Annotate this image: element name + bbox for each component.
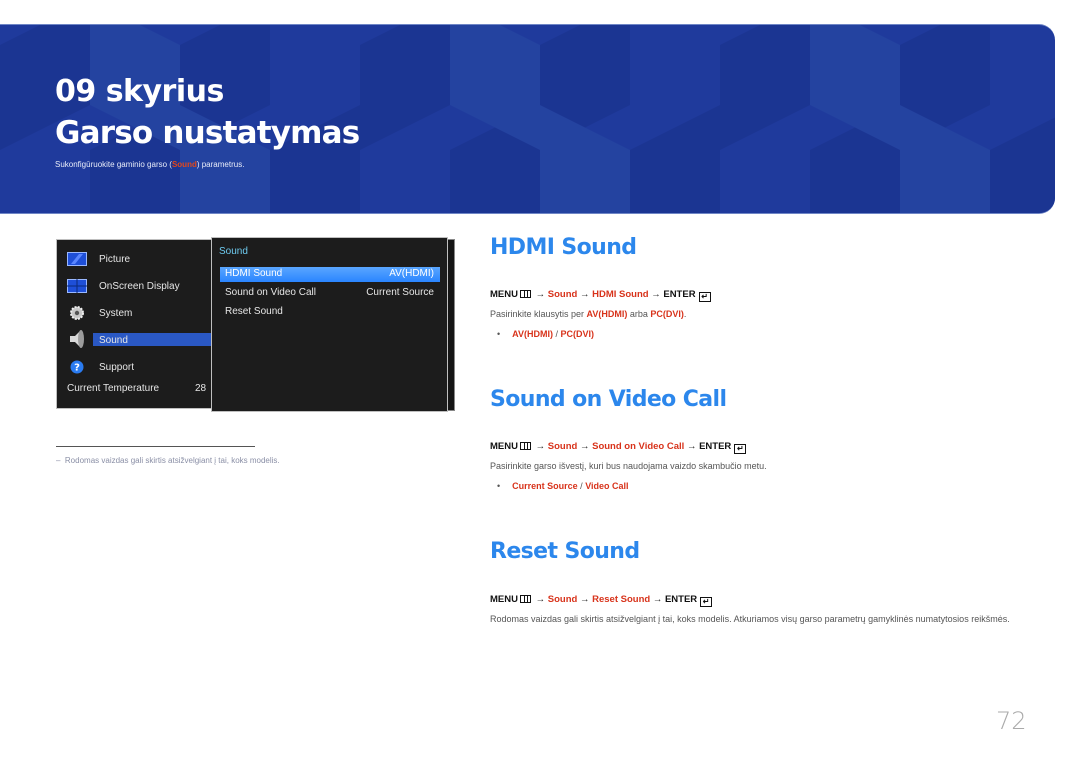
osd-item-system[interactable]: System (57, 303, 219, 323)
path-sound: Sound (547, 289, 578, 300)
path-arrow: → (579, 441, 590, 452)
submenu-item-hdmi-sound[interactable]: HDMI Sound AV(HDMI) (220, 267, 440, 282)
path-enter: ENTER (663, 289, 696, 300)
osd-item-label: Support (99, 361, 135, 373)
menu-path-sound-on-video-call: MENU → Sound → Sound on Video Call → ENT… (490, 441, 747, 454)
menu-path-hdmi-sound: MENU → Sound → HDMI Sound → ENTER ↵ (490, 289, 711, 302)
bullet: • (497, 329, 501, 339)
submenu-item-reset-sound[interactable]: Reset Sound (220, 305, 440, 320)
submenu-title: Sound (219, 246, 248, 257)
osd-item-onscreen-display[interactable]: OnScreen Display (57, 276, 219, 296)
path-menu: MENU (490, 594, 518, 605)
path-arrow: → (652, 594, 663, 605)
picture-icon (67, 252, 87, 266)
speaker-icon (70, 330, 84, 348)
svg-text:?: ? (74, 363, 80, 374)
subtitle-text-end: ) parametrus. (196, 160, 245, 169)
path-arrow: → (579, 594, 590, 605)
submenu-item-sound-on-video-call[interactable]: Sound on Video Call Current Source (220, 286, 440, 301)
path-item: HDMI Sound (592, 289, 649, 300)
submenu-item-label: Reset Sound (225, 306, 283, 317)
gear-icon (70, 306, 84, 320)
osd-sound-submenu: Sound HDMI Sound AV(HDMI) Sound on Video… (211, 237, 448, 412)
section-desc-reset-sound: Rodomas vaizdas gali skirtis atsižvelgia… (490, 614, 1010, 624)
section-title-reset-sound: Reset Sound (490, 539, 640, 564)
path-menu: MENU (490, 289, 518, 300)
path-arrow: → (651, 289, 661, 300)
temperature-value: 28 (195, 383, 207, 394)
osd-item-label: System (99, 307, 133, 319)
submenu-item-value: Current Source (366, 287, 434, 298)
options-hdmi-sound: • AV(HDMI) / PC(DVI) (497, 329, 594, 339)
path-enter: ENTER (699, 441, 732, 452)
path-menu: MENU (490, 441, 518, 452)
chapter-subtitle: Sukonfigūruokite gaminio garso (Sound) p… (55, 160, 244, 169)
osd-item-label: Picture (99, 253, 131, 265)
path-sound: Sound (547, 594, 578, 605)
path-arrow: → (686, 441, 697, 452)
path-enter: ENTER (664, 594, 698, 605)
section-title-sound-on-video-call: Sound on Video Call (490, 387, 727, 412)
enter-icon: ↵ (700, 597, 713, 607)
onscreen-display-icon (67, 279, 87, 293)
submenu-item-value: AV(HDMI) (389, 268, 434, 279)
menu-path-reset-sound: MENU → Sound → Reset Sound → ENTER ↵ (490, 594, 713, 607)
osd-item-picture[interactable]: Picture (57, 249, 219, 269)
question-icon: ? (70, 360, 84, 374)
path-sound: Sound (547, 441, 578, 452)
chapter-number: 09 skyrius (55, 74, 224, 109)
path-item: Reset Sound (592, 594, 651, 605)
desc-option: PC(DVI) (650, 309, 684, 319)
temperature-label: Current Temperature (67, 383, 160, 394)
enter-icon: ↵ (734, 444, 747, 454)
path-arrow: → (579, 289, 590, 300)
subtitle-text: Sukonfigūruokite gaminio garso ( (55, 160, 172, 169)
osd-item-sound[interactable]: Sound (57, 330, 219, 350)
submenu-item-label: HDMI Sound (225, 268, 283, 279)
submenu-item-label: Sound on Video Call (225, 287, 316, 298)
osd-item-label: OnScreen Display (99, 280, 180, 292)
option: AV(HDMI) (512, 329, 553, 339)
enter-icon: ↵ (698, 292, 711, 302)
desc-text: arba (627, 309, 651, 319)
footnote-text: Rodomas vaizdas gali skirtis atsižvelgia… (64, 456, 280, 465)
desc-text: . (683, 309, 687, 319)
section-title-hdmi-sound: HDMI Sound (490, 235, 637, 260)
page-number: 72 (996, 707, 1027, 735)
osd-main-menu: Picture OnScreen Display System Sound ? … (56, 239, 219, 409)
osd-item-label: Sound (99, 334, 128, 346)
chapter-banner: 09 skyrius Garso nustatymas Sukonfigūruo… (0, 24, 1055, 214)
chapter-title: Garso nustatymas (55, 115, 360, 151)
desc-option: AV(HDMI) (586, 309, 628, 319)
desc-text: Pasirinkite klausytis per (490, 309, 587, 319)
menu-icon (519, 595, 531, 603)
footnote: – Rodomas vaizdas gali skirtis atsižvelg… (56, 456, 280, 465)
bullet: • (497, 481, 501, 491)
option: PC(DVI) (560, 329, 595, 339)
section-desc-hdmi-sound: Pasirinkite klausytis per AV(HDMI) arba … (490, 307, 1040, 322)
osd-item-support[interactable]: ? Support (57, 357, 219, 377)
path-item: Sound on Video Call (592, 441, 685, 452)
path-arrow: → (535, 441, 546, 452)
option: Current Source (512, 481, 578, 491)
option-separator: / (552, 329, 561, 339)
subtitle-highlight: Sound (171, 160, 197, 169)
section-desc-sound-on-video-call: Pasirinkite garso išvestį, kuri bus naud… (490, 461, 767, 471)
menu-icon (519, 290, 531, 298)
options-sound-on-video-call: • Current Source / Video Call (497, 481, 629, 491)
footnote-divider (56, 446, 255, 447)
option: Video Call (585, 481, 629, 491)
menu-icon (519, 442, 531, 450)
footnote-dash: – (56, 456, 61, 465)
path-arrow: → (535, 594, 546, 605)
path-arrow: → (535, 289, 546, 300)
